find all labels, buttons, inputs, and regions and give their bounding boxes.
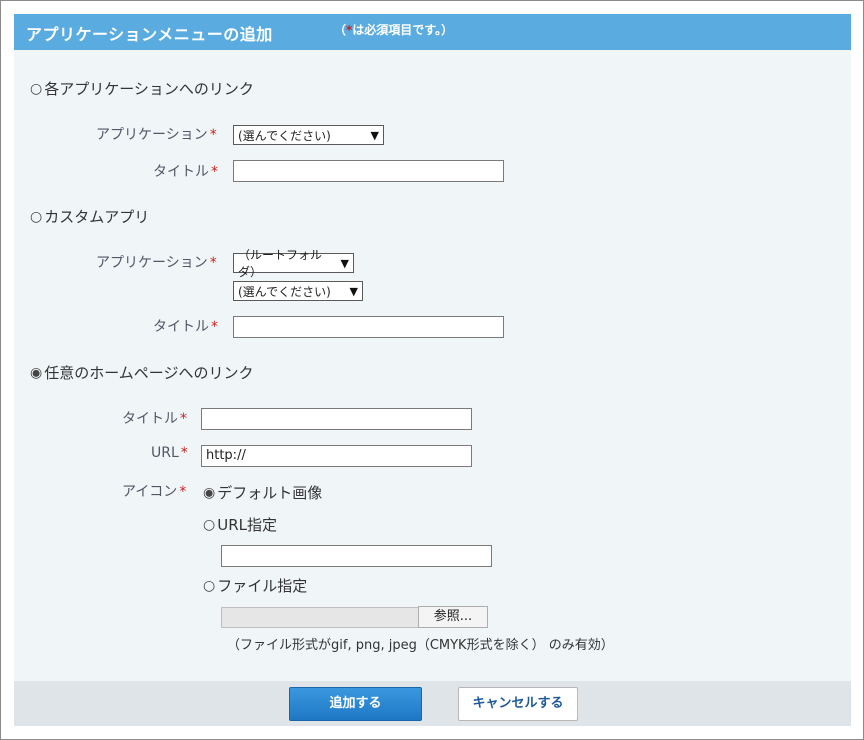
custom-app-title-input[interactable] [233,316,504,338]
chevron-down-icon: ▼ [370,128,379,142]
radio-homepage-link[interactable]: ◉ 任意のホームページへのリンク [30,362,253,383]
radio-icon-default-indicator[interactable]: ◉ [203,485,215,501]
window-frame: アプリケーションメニューの追加 （*は必須項目です。） ○ 各アプリケーションへ… [0,0,864,740]
radio-icon-default-label: デフォルト画像 [217,484,323,502]
radio-icon-url[interactable]: ○ URL指定 [203,514,277,535]
required-mark: * [180,445,188,461]
app-link-title-label-text: タイトル [153,164,209,180]
app-link-application-select-value: (選んでください) [238,128,331,143]
radio-custom-app-indicator[interactable]: ○ [30,209,42,225]
custom-app-folder-select-value: （ルートフォルダ） [238,248,323,279]
radio-icon-file-indicator[interactable]: ○ [203,578,215,594]
app-link-application-select[interactable]: (選んでください) ▼ [233,125,384,145]
homepage-title-input[interactable] [201,408,472,430]
add-button[interactable]: 追加する [289,687,422,721]
icon-url-input[interactable] [221,545,492,567]
radio-app-link-label: 各アプリケーションへのリンク [44,80,254,98]
custom-app-application-select-value: (選んでください) [238,284,331,299]
homepage-url-input[interactable]: http:// [201,445,472,467]
required-note: （*は必須項目です。） [334,21,453,38]
custom-app-application-label: アプリケーション * [96,252,217,272]
radio-custom-app[interactable]: ○ カスタムアプリ [30,206,149,227]
cancel-button[interactable]: キャンセルする [458,687,578,721]
app-link-application-label-text: アプリケーション [96,127,208,143]
required-mark: * [211,319,218,335]
dialog-header: アプリケーションメニューの追加 （*は必須項目です。） [14,14,851,50]
custom-app-title-label-text: タイトル [153,319,209,335]
required-note-text: は必須項目です。） [352,23,454,37]
file-path-field[interactable] [221,607,419,628]
radio-icon-file[interactable]: ○ ファイル指定 [203,575,307,596]
radio-icon-default[interactable]: ◉ デフォルト画像 [203,482,322,503]
required-mark: * [209,127,217,143]
browse-button[interactable]: 参照... [418,606,488,628]
homepage-icon-label: アイコン * [122,481,186,501]
required-mark: * [180,411,187,427]
homepage-icon-label-text: アイコン [122,484,178,500]
file-format-note: （ファイル形式がgif, png, jpeg（CMYK形式を除く） のみ有効） [227,638,614,653]
homepage-title-label: タイトル * [122,408,187,428]
required-mark: * [179,484,187,500]
radio-icon-file-label: ファイル指定 [217,577,308,595]
app-link-application-label: アプリケーション * [96,124,217,144]
homepage-url-label: URL * [151,445,188,461]
dialog-panel: アプリケーションメニューの追加 （*は必須項目です。） ○ 各アプリケーションへ… [14,14,851,726]
radio-app-link-indicator[interactable]: ○ [30,81,42,97]
required-mark: * [211,164,218,180]
radio-app-link[interactable]: ○ 各アプリケーションへのリンク [30,78,254,99]
dialog-footer [14,681,851,726]
homepage-url-label-text: URL [151,445,179,461]
dialog-title: アプリケーションメニューの追加 [26,25,273,44]
custom-app-folder-select[interactable]: （ルートフォルダ） ▼ [233,248,354,279]
radio-homepage-link-indicator[interactable]: ◉ [30,365,42,381]
app-link-title-label: タイトル * [153,161,218,181]
required-mark: * [209,255,217,271]
chevron-down-icon: ▼ [340,256,349,270]
custom-app-application-select[interactable]: (選んでください) ▼ [233,281,363,301]
custom-app-application-label-text: アプリケーション [96,255,208,271]
app-link-title-input[interactable] [233,160,504,182]
radio-icon-url-indicator[interactable]: ○ [203,517,215,533]
required-note-prefix: （ [334,23,347,37]
chevron-down-icon: ▼ [349,284,358,298]
radio-icon-url-label: URL指定 [217,516,277,534]
custom-app-title-label: タイトル * [153,316,218,336]
homepage-title-label-text: タイトル [122,411,178,427]
radio-custom-app-label: カスタムアプリ [44,208,150,226]
radio-homepage-link-label: 任意のホームページへのリンク [44,364,254,382]
